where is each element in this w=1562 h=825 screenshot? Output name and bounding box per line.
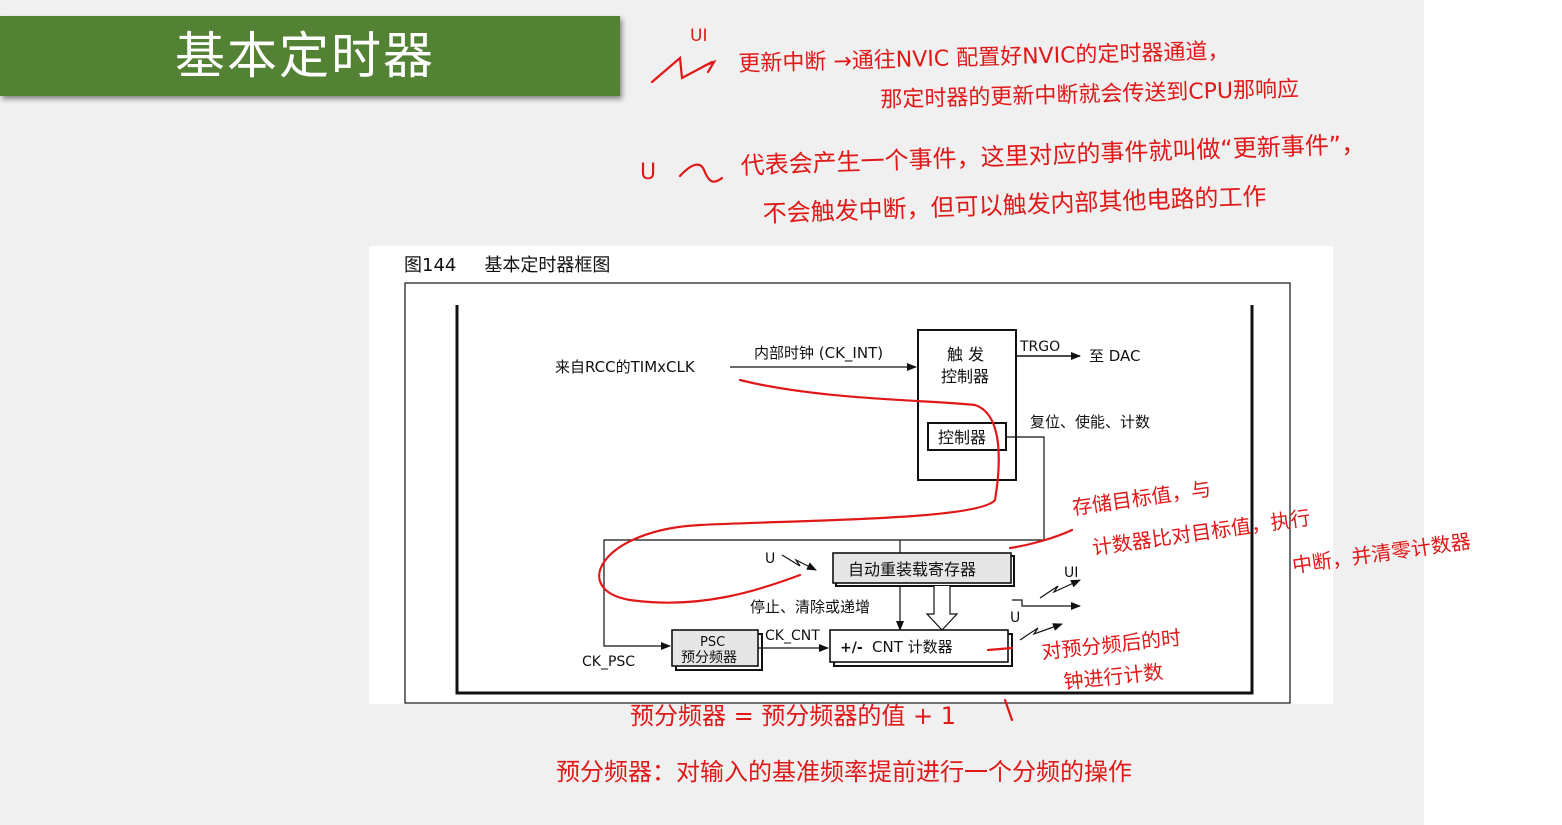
psc-label-line1: PSC (700, 635, 725, 650)
u-output-line (1012, 599, 1081, 610)
trigger-controller-line1: 触 发 (947, 345, 984, 364)
u-left-label: U (765, 551, 775, 567)
plus-minus-label: +/- (840, 640, 863, 656)
rcc-source-label: 来自RCC的TIMxCLK (555, 358, 696, 376)
u-left-lightning (781, 554, 817, 571)
ck-cnt-label: CK_CNT (765, 628, 820, 644)
note-ui-label: UI (690, 26, 708, 46)
ui-label: UI (1064, 565, 1078, 581)
to-dac-label: 至 DAC (1089, 347, 1141, 365)
note-psc-line1: 预分频器 = 预分频器的值 + 1 (630, 702, 957, 730)
ck-psc-label: CK_PSC (582, 654, 635, 670)
trigger-controller-line2: 控制器 (941, 367, 989, 386)
controller-label: 控制器 (938, 428, 986, 447)
reset-enable-count-label: 复位、使能、计数 (1030, 413, 1150, 431)
auto-reload-label: 自动重装载寄存器 (848, 560, 976, 579)
stop-clear-increment-label: 停止、清除或递增 (750, 598, 870, 616)
reload-note-leader (1008, 528, 1074, 550)
cnt-counter-label: CNT 计数器 (872, 638, 953, 656)
note-u-label: U (640, 160, 657, 185)
u-note-arrow (678, 163, 724, 183)
reload-transfer-arrow (925, 586, 959, 631)
trgo-label: TRGO (1019, 339, 1060, 355)
psc-label-line2: 预分频器 (681, 650, 737, 666)
note-psc-line2: 预分频器：对输入的基准频率提前进行一个分频的操作 (556, 758, 1132, 786)
ui-lightning (1039, 579, 1081, 599)
ui-note-arrow (650, 55, 714, 84)
u-right-label: U (1010, 610, 1020, 626)
internal-clock-label: 内部时钟 (CK_INT) (754, 344, 883, 363)
